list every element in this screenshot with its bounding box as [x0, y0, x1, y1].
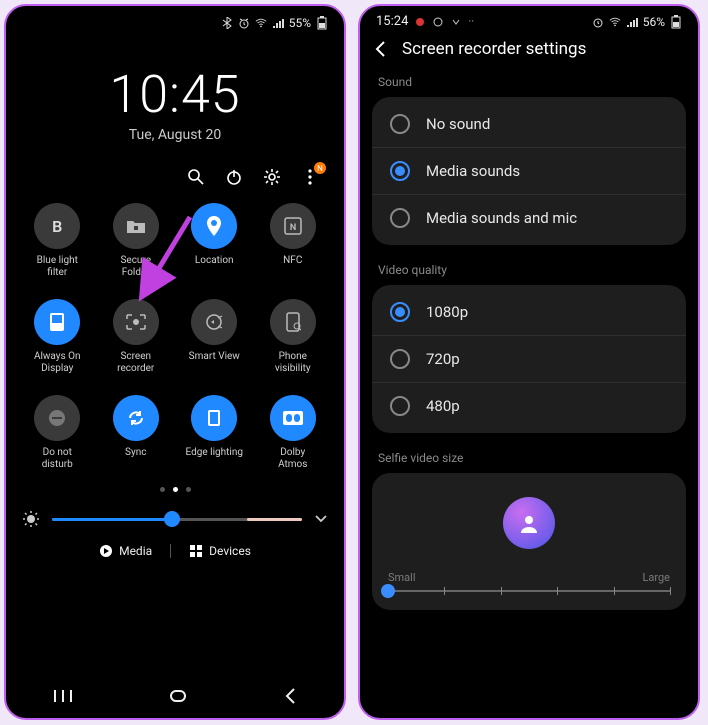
tile-edge-lighting[interactable]: Edge lighting	[175, 395, 254, 471]
brightness-row	[6, 492, 344, 534]
tile-always-on-display[interactable]: Always On Display	[18, 299, 97, 375]
nav-bar	[6, 674, 344, 718]
radio-no-sound[interactable]: No sound	[372, 101, 686, 147]
caret-icon	[450, 16, 462, 28]
header-icons: N	[6, 143, 344, 195]
tile-do-not-disturb[interactable]: Do not disturb	[18, 395, 97, 471]
section-sound-label: Sound	[360, 73, 698, 97]
svg-text:N: N	[290, 223, 296, 233]
record-dot-icon	[414, 16, 426, 28]
tile-location[interactable]: Location	[175, 203, 254, 279]
radio-720p[interactable]: 720p	[372, 335, 686, 382]
tile-nfc[interactable]: N NFC	[254, 203, 333, 279]
selfie-slider-labels: Small Large	[388, 571, 670, 584]
radio-480p[interactable]: 480p	[372, 382, 686, 429]
quick-settings-grid: B Blue light filter Secure Folder Locati…	[6, 195, 344, 471]
more-icon[interactable]: N	[300, 167, 320, 187]
clock-date: Tue, August 20	[6, 127, 344, 143]
status-bar: 15:24 ·· 56%	[360, 6, 698, 29]
page-title: Screen recorder settings	[402, 39, 586, 59]
nav-recents-icon[interactable]	[53, 688, 73, 704]
status-time: 15:24	[376, 14, 408, 29]
tile-blue-light-filter[interactable]: B Blue light filter	[18, 203, 97, 279]
nav-home-icon[interactable]	[168, 686, 188, 706]
status-bar: 55%	[6, 6, 344, 30]
selfie-avatar-icon	[503, 497, 555, 549]
battery-icon	[316, 17, 328, 29]
radio-media-and-mic[interactable]: Media sounds and mic	[372, 194, 686, 241]
brightness-slider[interactable]	[52, 518, 302, 521]
nav-back-icon[interactable]	[283, 687, 297, 705]
media-devices-row: Media Devices	[6, 544, 344, 558]
clock-block: 10:45 Tue, August 20	[6, 64, 344, 143]
battery-percent: 56%	[643, 15, 665, 29]
chevron-down-icon[interactable]	[314, 514, 328, 524]
quick-settings-screen: 55% 10:45 Tue, August 20 N B Blue light …	[4, 4, 346, 720]
tile-dolby-atmos[interactable]: Dolby Atmos	[254, 395, 333, 471]
brightness-icon	[22, 510, 40, 528]
alarm-icon	[238, 17, 250, 29]
tile-smart-view[interactable]: Smart View	[175, 299, 254, 375]
signal-icon	[272, 17, 284, 29]
wifi-icon	[255, 17, 267, 29]
wifi-icon	[609, 16, 621, 28]
tile-phone-visibility[interactable]: Phone visibility	[254, 299, 333, 375]
stop-icon	[432, 16, 444, 28]
clock-time: 10:45	[6, 64, 344, 125]
tile-secure-folder[interactable]: Secure Folder	[97, 203, 176, 279]
selfie-card: Small Large	[372, 473, 686, 610]
signal-icon	[626, 16, 638, 28]
radio-1080p[interactable]: 1080p	[372, 289, 686, 335]
gear-icon[interactable]	[262, 167, 282, 187]
alarm-icon	[592, 16, 604, 28]
bluetooth-icon	[221, 17, 233, 29]
sound-card: No sound Media sounds Media sounds and m…	[372, 97, 686, 245]
notification-badge: N	[314, 162, 326, 174]
devices-button[interactable]: Devices	[189, 544, 251, 558]
radio-media-sounds[interactable]: Media sounds	[372, 147, 686, 194]
back-icon[interactable]	[374, 40, 386, 58]
selfie-size-slider[interactable]	[388, 590, 670, 592]
screen-recorder-settings-screen: 15:24 ·· 56% Screen recorder settings So…	[358, 4, 700, 720]
power-icon[interactable]	[224, 167, 244, 187]
search-icon[interactable]	[186, 167, 206, 187]
title-row: Screen recorder settings	[360, 29, 698, 73]
battery-percent: 55%	[289, 16, 311, 30]
quality-card: 1080p 720p 480p	[372, 285, 686, 433]
battery-icon	[670, 16, 682, 28]
tile-screen-recorder[interactable]: Screen recorder	[97, 299, 176, 375]
media-button[interactable]: Media	[99, 544, 152, 558]
tile-sync[interactable]: Sync	[97, 395, 176, 471]
section-selfie-label: Selfie video size	[360, 449, 698, 473]
section-quality-label: Video quality	[360, 261, 698, 285]
